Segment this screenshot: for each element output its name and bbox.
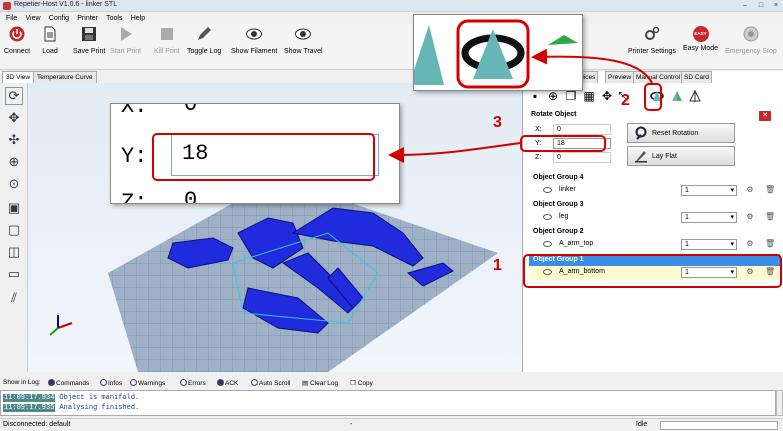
log-scrollbar[interactable]	[776, 390, 783, 416]
log-autoscroll-toggle[interactable]: Auto Scroll	[251, 379, 290, 387]
log-line: 11:09:17.935 Analysing finished.	[3, 404, 140, 412]
printer-state: Idle	[636, 421, 648, 428]
log-warnings-toggle[interactable]: Warnings	[130, 379, 165, 387]
radio-icon	[130, 379, 137, 386]
clear-icon: ▤	[302, 380, 310, 387]
status-dash: -	[350, 421, 353, 428]
copy-icon: ❐	[350, 380, 358, 387]
log-ack-toggle[interactable]: ACK	[217, 379, 238, 387]
copy-log-button[interactable]: ❐ Copy	[350, 379, 373, 387]
log-infos-toggle[interactable]: Infos	[100, 379, 122, 387]
connection-status: Disconnected: default	[3, 421, 71, 428]
radio-icon	[48, 379, 55, 386]
radio-icon	[217, 379, 224, 386]
clear-log-button[interactable]: ▤ Clear Log	[302, 379, 338, 387]
log-options-bar: Show in Log: Commands Infos Warnings Err…	[0, 377, 783, 389]
radio-icon	[180, 379, 187, 386]
log-commands-toggle[interactable]: Commands	[48, 379, 89, 387]
radio-icon	[251, 379, 258, 386]
show-in-log-label: Show in Log:	[3, 379, 41, 386]
status-bar: Disconnected: default - Idle	[0, 418, 783, 431]
radio-icon	[100, 379, 107, 386]
progress-bar	[660, 421, 778, 430]
callout-arrows	[388, 48, 653, 163]
log-panel[interactable]: 11:09:17.934 Object is manifold. 11:09:17…	[0, 390, 776, 416]
log-errors-toggle[interactable]: Errors	[180, 379, 206, 387]
log-line: 11:09:17.934 Object is manifold.	[3, 394, 140, 402]
